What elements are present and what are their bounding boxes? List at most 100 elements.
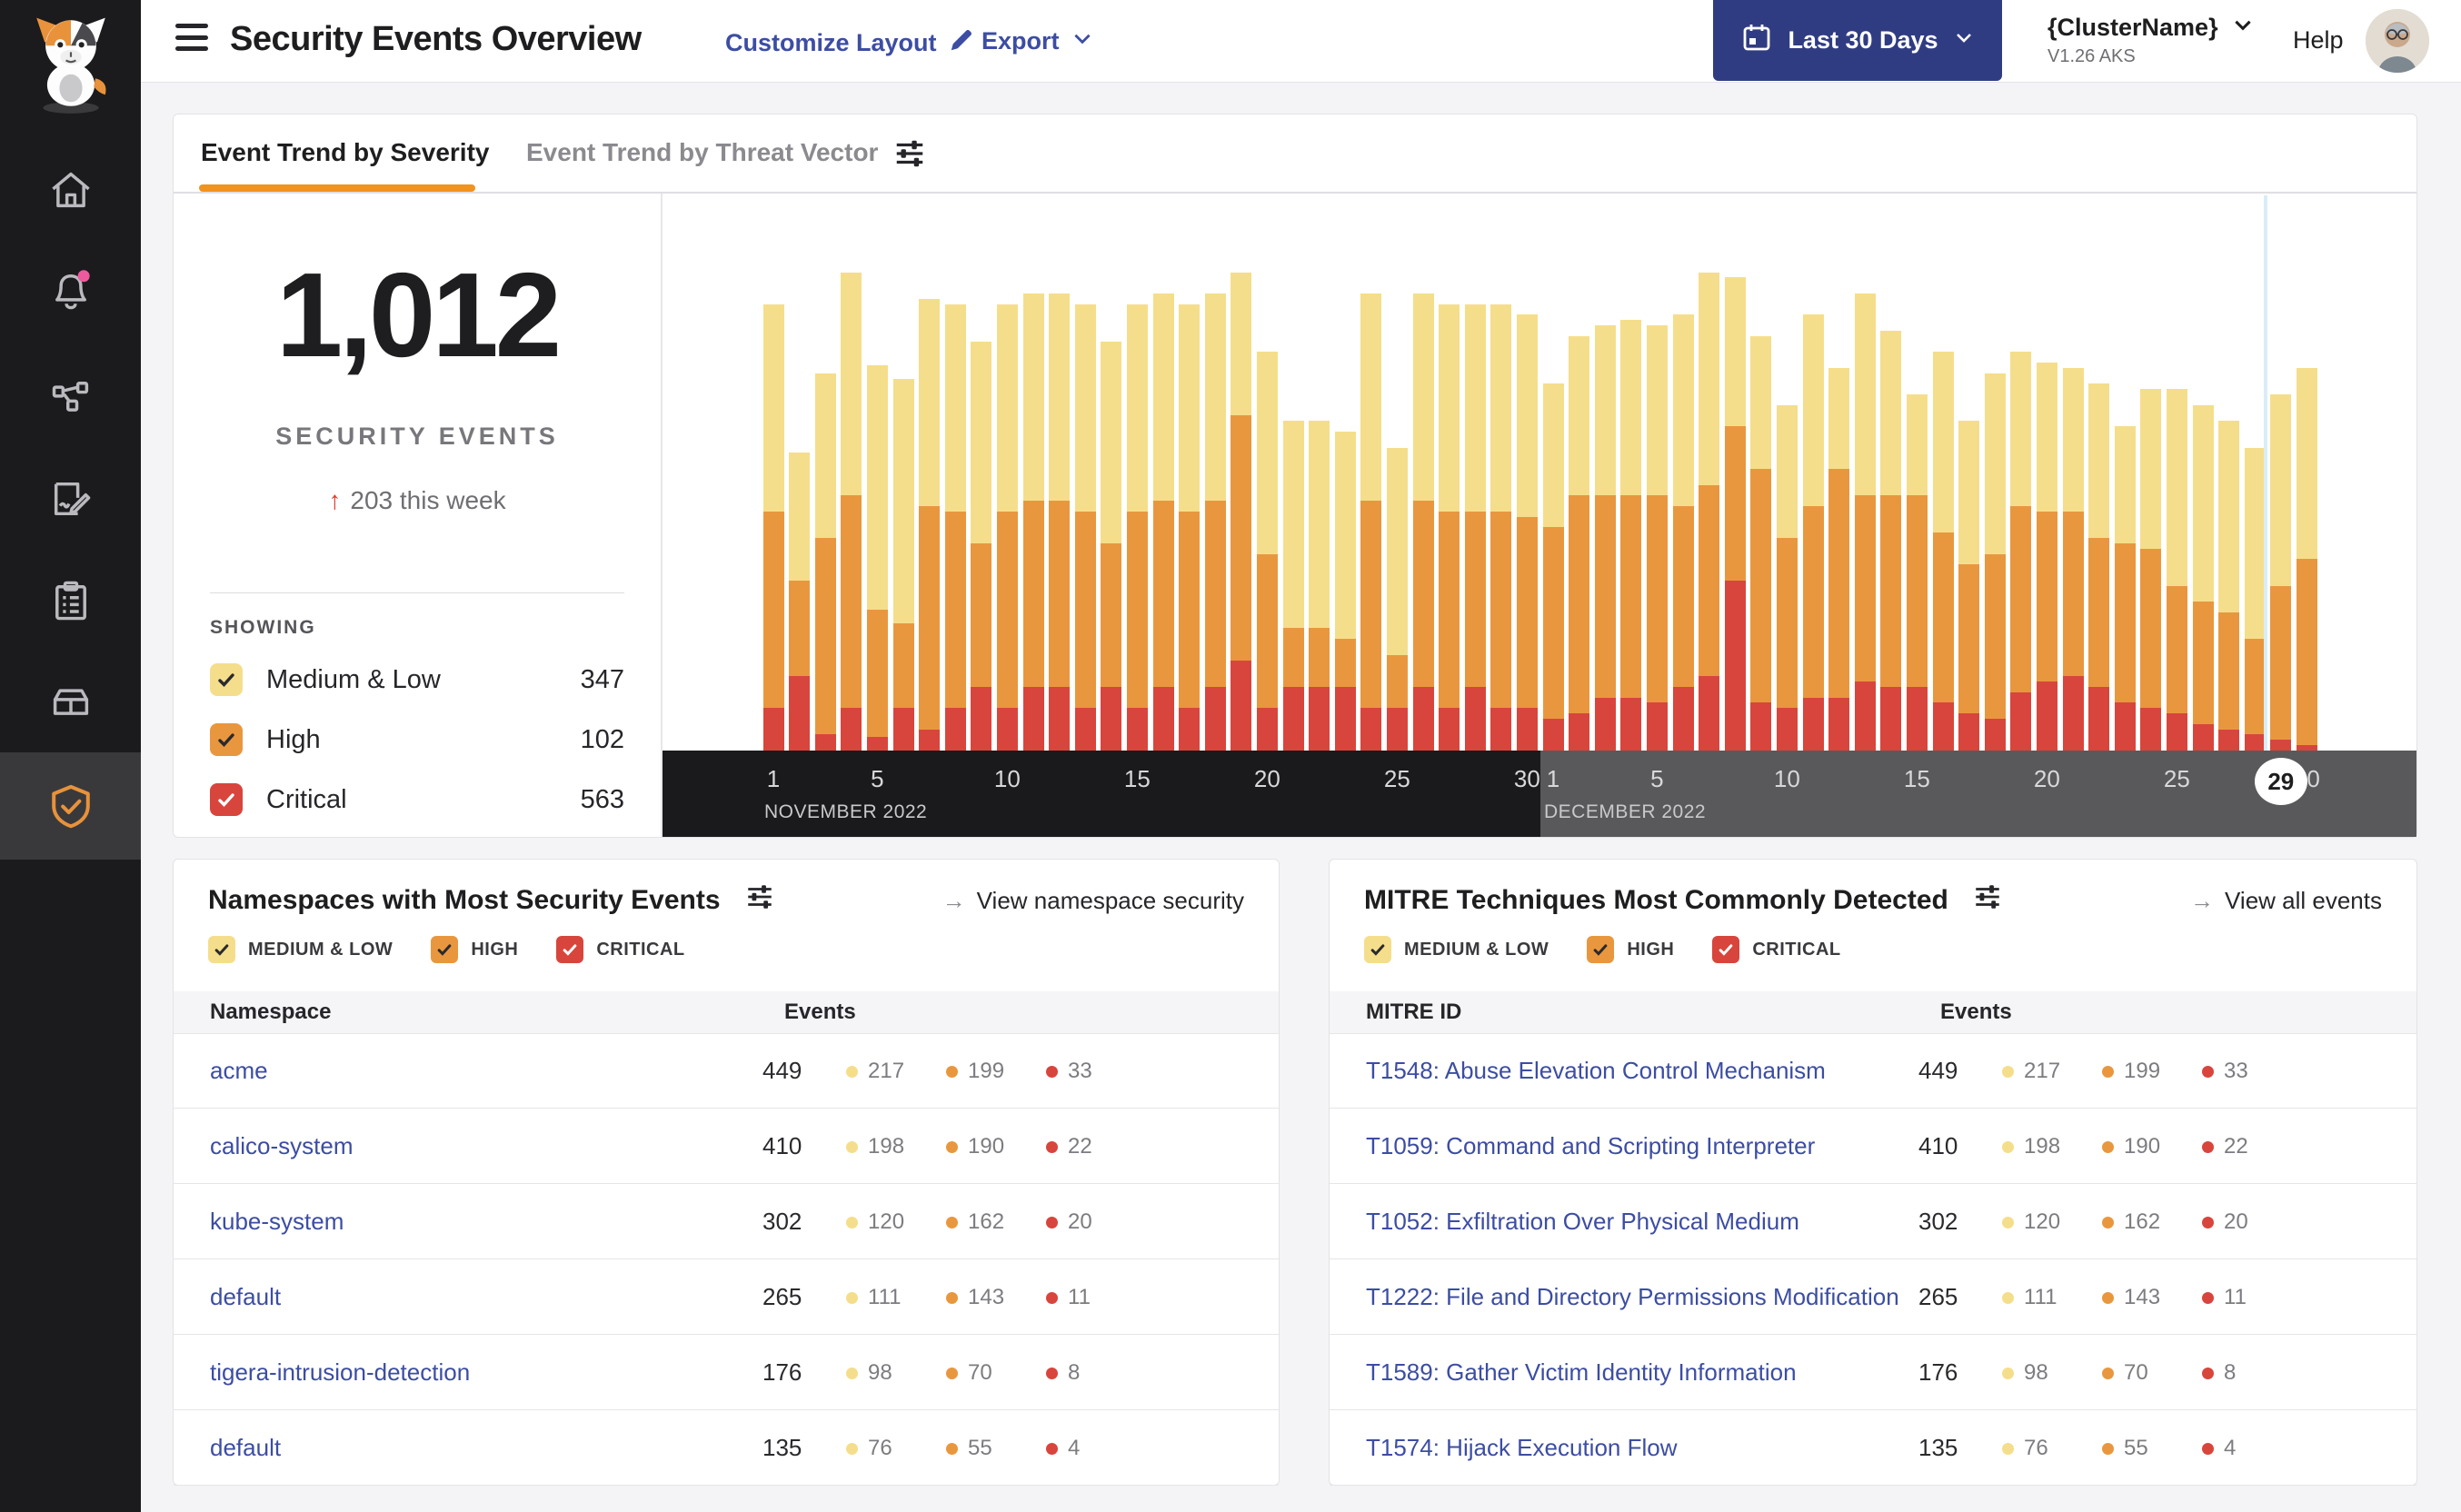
bar-nov-12[interactable] [1049, 293, 1071, 751]
bar-nov-5[interactable] [866, 364, 888, 751]
bar-dec-20[interactable] [2036, 362, 2057, 751]
bar-nov-29[interactable] [1490, 303, 1512, 751]
date-range-button[interactable]: Last 30 Days [1713, 0, 2002, 81]
bar-nov-19[interactable] [1230, 272, 1252, 751]
bar-nov-2[interactable] [789, 453, 811, 751]
panel-filter-icon[interactable] [744, 881, 775, 920]
bar-nov-17[interactable] [1179, 303, 1201, 751]
bar-nov-20[interactable] [1256, 352, 1278, 751]
bar-dec-30[interactable] [2296, 367, 2317, 751]
checkbox-high[interactable] [1587, 936, 1615, 963]
bar-dec-28[interactable] [2244, 447, 2266, 751]
bar-dec-15[interactable] [1906, 394, 1928, 751]
bar-dec-12[interactable] [1828, 367, 1850, 751]
bar-nov-27[interactable] [1439, 303, 1460, 751]
view-all-events-link[interactable]: → View all events [2190, 887, 2382, 915]
bar-dec-26[interactable] [2192, 404, 2214, 751]
bar-nov-7[interactable] [919, 298, 941, 751]
bar-dec-21[interactable] [2062, 367, 2084, 751]
bar-dec-27[interactable] [2218, 421, 2240, 751]
bar-dec-6[interactable] [1672, 314, 1694, 751]
highlighted-day[interactable]: 29 [2254, 758, 2307, 805]
row-link[interactable]: tigera-intrusion-detection [210, 1358, 470, 1387]
bar-nov-18[interactable] [1204, 293, 1226, 751]
row-link[interactable]: default [210, 1283, 281, 1311]
bar-nov-21[interactable] [1282, 421, 1304, 751]
bar-dec-2[interactable] [1569, 335, 1590, 751]
row-link[interactable]: acme [210, 1057, 268, 1085]
sidebar-item-threat-defense[interactable] [0, 765, 141, 847]
chart-filter-icon[interactable] [892, 136, 927, 175]
bar-nov-22[interactable] [1309, 421, 1330, 751]
bar-nov-30[interactable] [1516, 314, 1538, 751]
bar-nov-9[interactable] [971, 341, 992, 751]
bar-dec-25[interactable] [2166, 389, 2187, 751]
sidebar-item-policies[interactable] [0, 458, 141, 540]
bar-nov-15[interactable] [1126, 303, 1148, 751]
bar-nov-1[interactable] [762, 303, 784, 751]
bar-dec-23[interactable] [2114, 426, 2136, 751]
row-link[interactable]: T1589: Gather Victim Identity Informatio… [1366, 1358, 1797, 1387]
checkbox-critical[interactable] [556, 936, 584, 963]
bar-nov-6[interactable] [892, 378, 914, 751]
checkbox-medium-low[interactable] [208, 936, 235, 963]
row-link[interactable]: default [210, 1434, 281, 1462]
bar-nov-25[interactable] [1386, 447, 1408, 751]
checkbox-medium-low[interactable] [1364, 936, 1391, 963]
tab-event-trend-by-severity[interactable]: Event Trend by Severity [201, 138, 489, 167]
bar-dec-7[interactable] [1699, 272, 1720, 751]
tab-event-trend-by-threat-vector[interactable]: Event Trend by Threat Vector [526, 138, 878, 167]
checkbox-medium-low[interactable] [210, 663, 243, 696]
checkbox-critical[interactable] [1712, 936, 1740, 963]
user-avatar[interactable] [2366, 9, 2429, 73]
bar-dec-9[interactable] [1750, 335, 1772, 751]
bar-nov-16[interactable] [1152, 293, 1174, 751]
bar-dec-5[interactable] [1646, 325, 1668, 751]
cluster-selector[interactable]: {ClusterName} V1.26 AKS [2048, 13, 2255, 67]
view-namespace-security-link[interactable]: → View namespace security [942, 887, 1244, 915]
bar-dec-1[interactable] [1542, 383, 1564, 751]
panel-filter-icon[interactable] [1972, 881, 2003, 920]
row-link[interactable]: T1059: Command and Scripting Interpreter [1366, 1132, 1815, 1160]
bar-dec-22[interactable] [2088, 383, 2110, 751]
bar-dec-19[interactable] [2010, 352, 2032, 751]
row-link[interactable]: T1222: File and Directory Permissions Mo… [1366, 1283, 1899, 1311]
row-link[interactable]: kube-system [210, 1208, 344, 1236]
bar-nov-24[interactable] [1360, 293, 1382, 751]
bar-nov-28[interactable] [1464, 303, 1486, 751]
bar-dec-17[interactable] [1958, 421, 1980, 751]
bar-nov-10[interactable] [996, 303, 1018, 751]
bar-dec-14[interactable] [1880, 330, 1902, 751]
bar-nov-11[interactable] [1022, 293, 1044, 751]
bar-dec-13[interactable] [1854, 293, 1876, 751]
bar-dec-10[interactable] [1776, 404, 1798, 751]
sidebar-item-home[interactable] [0, 149, 141, 231]
sidebar-item-catalog[interactable] [0, 660, 141, 741]
calico-cat-logo[interactable] [0, 13, 141, 114]
bar-nov-8[interactable] [944, 303, 966, 751]
bar-nov-23[interactable] [1334, 432, 1356, 751]
row-link[interactable]: T1052: Exfiltration Over Physical Medium [1366, 1208, 1799, 1236]
row-link[interactable]: T1548: Abuse Elevation Control Mechanism [1366, 1057, 1826, 1085]
row-link[interactable]: T1574: Hijack Execution Flow [1366, 1434, 1677, 1462]
bar-dec-3[interactable] [1594, 325, 1616, 751]
checkbox-high[interactable] [431, 936, 459, 963]
help-link[interactable]: Help [2293, 26, 2344, 55]
bar-dec-24[interactable] [2140, 389, 2162, 751]
customize-layout-button[interactable]: Customize Layout [725, 26, 975, 60]
bar-nov-13[interactable] [1074, 303, 1096, 751]
bar-nov-26[interactable] [1412, 293, 1434, 751]
bar-dec-8[interactable] [1724, 277, 1746, 751]
bar-nov-14[interactable] [1101, 341, 1122, 751]
bar-nov-4[interactable] [841, 272, 862, 751]
row-link[interactable]: calico-system [210, 1132, 353, 1160]
sidebar-item-compliance[interactable] [0, 560, 141, 642]
checkbox-critical[interactable] [210, 783, 243, 816]
sidebar-item-service-graph[interactable] [0, 356, 141, 438]
export-button[interactable]: Export [981, 26, 1094, 56]
bar-dec-16[interactable] [1932, 352, 1954, 751]
checkbox-high[interactable] [210, 723, 243, 756]
sidebar-item-alerts[interactable] [0, 249, 141, 331]
bar-dec-4[interactable] [1620, 320, 1642, 751]
hamburger-menu-icon[interactable] [175, 24, 208, 51]
